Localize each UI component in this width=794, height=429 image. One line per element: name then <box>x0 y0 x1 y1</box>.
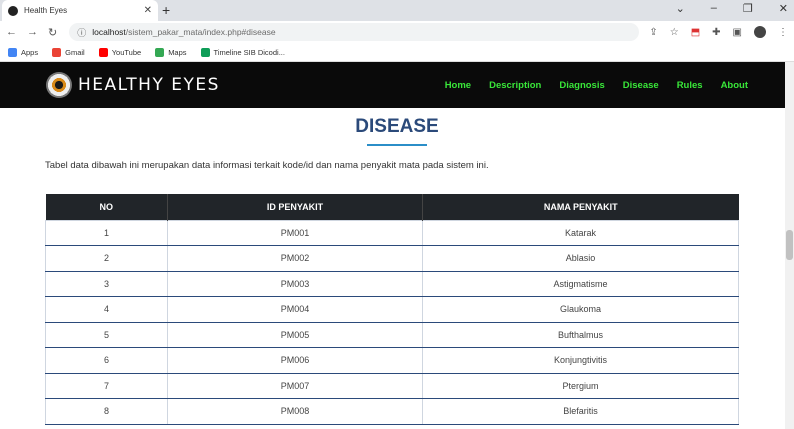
table-row: 4 PM004 Glaukoma <box>45 296 739 323</box>
bookmarks-bar: Apps Gmail YouTube Maps Timeline SIB Dic… <box>0 43 794 62</box>
table-row: 8 PM008 Blefaritis <box>45 398 739 425</box>
cell-name: Blefaritis <box>422 398 739 425</box>
table-row: 2 PM002 Ablasio <box>45 245 739 272</box>
nav-disease[interactable]: Disease <box>623 80 659 91</box>
header-id-penyakit: ID PENYAKIT <box>167 194 423 220</box>
scrollbar-thumb[interactable] <box>786 230 793 260</box>
new-tab-button[interactable]: + <box>162 2 170 18</box>
title-underline <box>367 144 427 146</box>
brand[interactable]: HEALTHY EYES <box>46 72 220 98</box>
nav-rules[interactable]: Rules <box>677 80 703 91</box>
cell-no: 5 <box>45 321 168 348</box>
site-navbar: HEALTHY EYES Home Description Diagnosis … <box>0 62 794 108</box>
table-row: 6 PM006 Konjungtivitis <box>45 347 739 374</box>
cell-no: 4 <box>45 296 168 323</box>
browser-tab-bar: Health Eyes ✕ + ⌄ – ❐ ✕ <box>0 0 794 21</box>
url-host: localhost <box>92 27 126 37</box>
address-bar[interactable]: ⓘ localhost/sistem_pakar_mata/index.php#… <box>69 23 640 41</box>
apps-icon <box>8 47 17 57</box>
page-scrollbar[interactable] <box>785 62 794 429</box>
page-viewport: HEALTHY EYES Home Description Diagnosis … <box>0 62 794 429</box>
nav-description[interactable]: Description <box>489 80 541 91</box>
cell-name: Astigmatisme <box>422 270 739 297</box>
extension-icon[interactable]: ⬒ <box>691 27 700 38</box>
tab-title: Health Eyes <box>24 6 68 15</box>
site-info-icon[interactable]: ⓘ <box>77 26 86 39</box>
browser-toolbar: ← → ↻ ⓘ localhost/sistem_pakar_mata/inde… <box>0 21 794 43</box>
cell-name: Ptergium <box>422 372 739 399</box>
cell-no: 7 <box>45 372 168 399</box>
youtube-icon <box>98 47 108 57</box>
cell-name: Ablasio <box>422 245 739 272</box>
header-no: NO <box>45 194 168 220</box>
cell-id: PM003 <box>167 270 423 297</box>
bookmark-gmail[interactable]: Gmail <box>52 47 85 57</box>
bookmark-youtube[interactable]: YouTube <box>98 47 141 57</box>
cell-id: PM002 <box>167 245 423 272</box>
cell-no: 6 <box>45 347 168 374</box>
section-title: DISEASE <box>355 116 439 137</box>
table-row: 7 PM007 Ptergium <box>45 372 739 399</box>
bookmark-star-icon[interactable]: ☆ <box>670 27 679 38</box>
nav-home[interactable]: Home <box>445 80 471 91</box>
table-row: 1 PM001 Katarak <box>45 219 739 246</box>
cell-name: Konjungtivitis <box>422 347 739 374</box>
cell-name: Katarak <box>422 219 739 246</box>
nav-about[interactable]: About <box>721 80 748 91</box>
brand-name: HEALTHY EYES <box>78 75 220 95</box>
restore-icon[interactable]: ❐ <box>743 2 753 15</box>
puzzle-icon[interactable]: ✚ <box>712 27 720 38</box>
nav-links: Home Description Diagnosis Disease Rules… <box>445 80 748 91</box>
gmail-icon <box>52 47 62 57</box>
cell-id: PM005 <box>167 321 423 348</box>
cell-no: 3 <box>45 270 168 297</box>
menu-icon[interactable]: ⋮ <box>778 27 788 38</box>
reload-icon[interactable]: ↻ <box>48 26 57 39</box>
close-window-icon[interactable]: ✕ <box>779 2 788 15</box>
cell-no: 8 <box>45 398 168 425</box>
nav-diagnosis[interactable]: Diagnosis <box>559 80 604 91</box>
cell-id: PM006 <box>167 347 423 374</box>
bookmark-apps[interactable]: Apps <box>8 47 38 57</box>
profile-avatar[interactable] <box>754 26 766 38</box>
disease-table: NO ID PENYAKIT NAMA PENYAKIT 1 PM001 Katar… <box>45 194 739 425</box>
tab-search-icon[interactable]: ⌄ <box>676 2 685 15</box>
close-tab-icon[interactable]: ✕ <box>144 5 152 16</box>
table-row: 3 PM003 Astigmatisme <box>45 270 739 297</box>
cell-id: PM004 <box>167 296 423 323</box>
eye-logo-icon <box>46 72 72 98</box>
forward-icon[interactable]: → <box>27 26 38 38</box>
section-intro: Tabel data dibawah ini merupakan data in… <box>45 160 489 171</box>
site-favicon-icon <box>8 5 18 16</box>
back-icon[interactable]: ← <box>6 26 17 38</box>
cell-no: 2 <box>45 245 168 272</box>
cell-id: PM001 <box>167 219 423 246</box>
cell-name: Glaukoma <box>422 296 739 323</box>
side-panel-icon[interactable]: ▣ <box>733 27 742 38</box>
cell-id: PM008 <box>167 398 423 425</box>
window-controls: ⌄ – ❐ ✕ <box>676 2 788 15</box>
url-path: /sistem_pakar_mata/index.php#disease <box>125 27 276 37</box>
cell-name: Bufthalmus <box>422 321 739 348</box>
minimize-icon[interactable]: – <box>711 2 717 15</box>
share-icon[interactable]: ⇪ <box>649 27 657 38</box>
cell-no: 1 <box>45 219 168 246</box>
bookmark-maps[interactable]: Maps <box>155 47 187 57</box>
table-row: 5 PM005 Bufthalmus <box>45 321 739 348</box>
cell-id: PM007 <box>167 372 423 399</box>
table-header-row: NO ID PENYAKIT NAMA PENYAKIT <box>45 194 739 220</box>
browser-tab[interactable]: Health Eyes ✕ <box>2 0 158 21</box>
timeline-icon <box>200 47 210 57</box>
header-nama-penyakit: NAMA PENYAKIT <box>422 194 739 220</box>
maps-icon <box>155 47 165 57</box>
bookmark-timeline[interactable]: Timeline SIB Dicodi... <box>200 47 285 57</box>
